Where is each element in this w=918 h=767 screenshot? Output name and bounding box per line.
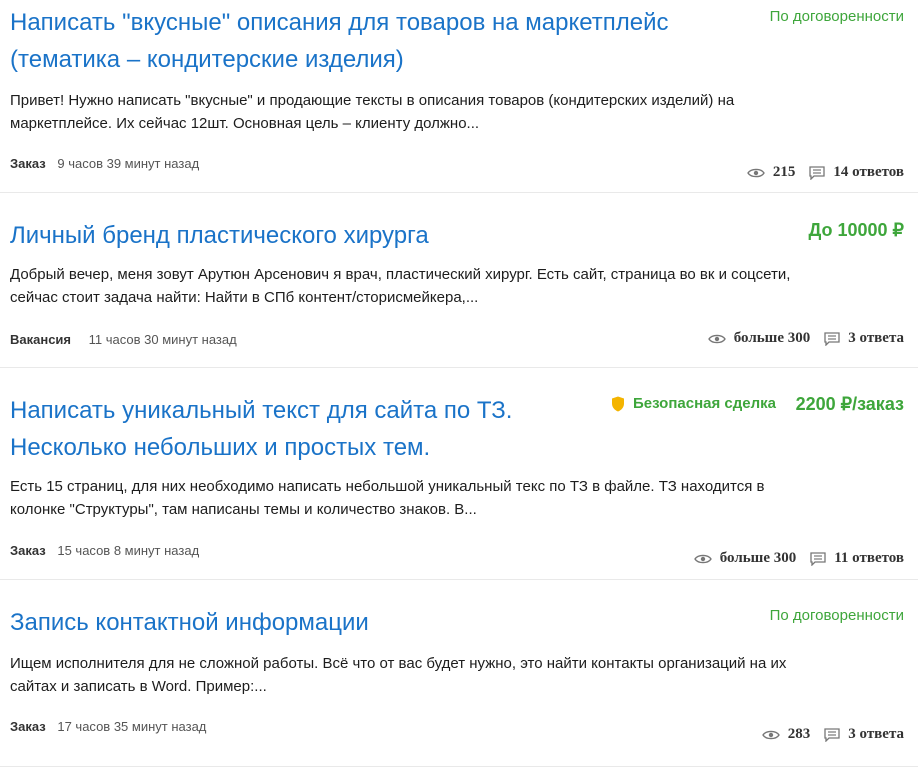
eye-icon (693, 553, 712, 565)
job-price: По договоренности (769, 607, 904, 624)
job-title-line[interactable]: Написать "вкусные" описания для товаров … (10, 9, 669, 36)
responses-count: 11 ответов (834, 550, 904, 566)
job-price: По договоренности (769, 8, 904, 25)
eye-icon (761, 729, 780, 741)
shield-icon (611, 396, 625, 412)
job-meta: Заказ 9 часов 39 минут назад (10, 156, 199, 171)
views-count: больше 300 (719, 550, 797, 566)
job-title-link[interactable]: Запись контактной информации (10, 604, 369, 641)
job-price: 2200 ₽/заказ (795, 394, 904, 414)
responses-count: 14 ответов (833, 164, 904, 180)
job-title-line[interactable]: Запись контактной информации (10, 609, 369, 636)
views-count: больше 300 (733, 330, 811, 346)
job-description-line: Ищем исполнителя для не сложной работы. … (10, 655, 787, 672)
comment-icon (810, 551, 826, 566)
responses-count: 3 ответа (848, 726, 904, 742)
job-description: Привет! Нужно написать "вкусные" и прода… (10, 89, 878, 135)
job-description: Есть 15 страниц, для них необходимо напи… (10, 475, 878, 521)
responses-count: 3 ответа (848, 330, 904, 346)
job-card: Запись контактной информации По договоре… (0, 580, 918, 767)
job-description-line: Привет! Нужно написать "вкусные" и прода… (10, 92, 735, 109)
job-stats: 215 14 ответов (747, 164, 904, 181)
job-description-line: сейчас стоит задача найти: Найти в СПб к… (10, 289, 479, 306)
job-card: Личный бренд пластического хирурга До 10… (0, 193, 918, 368)
job-description: Добрый вечер, меня зовут Арутюн Арсенови… (10, 263, 878, 309)
job-title-link[interactable]: Личный бренд пластического хирурга (10, 217, 429, 254)
job-description-line: сайтах и записать в Word. Пример:... (10, 678, 267, 695)
views-count: 215 (772, 164, 796, 180)
safe-deal-label: Безопасная сделка (632, 395, 776, 412)
job-title-link[interactable]: Написать уникальный текст для сайта по Т… (10, 392, 512, 466)
job-title-line[interactable]: Личный бренд пластического хирурга (10, 222, 429, 249)
comment-icon (824, 727, 840, 742)
comment-icon (824, 331, 840, 346)
job-time: 11 часов 30 минут назад (88, 332, 237, 347)
job-type: Заказ (10, 543, 46, 558)
job-time: 17 часов 35 минут назад (57, 719, 207, 734)
job-stats: больше 300 11 ответов (693, 550, 904, 567)
job-description-line: колонке "Структуры", там написаны темы и… (10, 501, 477, 518)
job-price: До 10000 ₽ (808, 220, 904, 240)
job-title-line[interactable]: Написать уникальный текст для сайта по Т… (10, 397, 512, 424)
job-stats: 283 3 ответа (761, 726, 904, 743)
job-card: Написать "вкусные" описания для товаров … (0, 0, 918, 193)
eye-icon (747, 167, 765, 179)
job-time: 9 часов 39 минут назад (57, 156, 200, 171)
job-description: Ищем исполнителя для не сложной работы. … (10, 652, 878, 698)
safe-deal-badge[interactable]: Безопасная сделка (611, 395, 776, 412)
views-count: 283 (787, 726, 811, 742)
job-meta: Вакансия 11 часов 30 минут назад (10, 332, 237, 347)
job-meta: Заказ 17 часов 35 минут назад (10, 719, 206, 734)
job-stats: больше 300 3 ответа (707, 330, 904, 347)
job-type: Заказ (10, 156, 46, 171)
job-meta: Заказ 15 часов 8 минут назад (10, 543, 199, 558)
job-title-link[interactable]: Написать "вкусные" описания для товаров … (10, 4, 669, 78)
job-time: 15 часов 8 минут назад (57, 543, 200, 558)
job-description-line: Добрый вечер, меня зовут Арутюн Арсенови… (10, 266, 791, 283)
eye-icon (707, 333, 726, 345)
job-description-line: маркетплейсе. Их сейчас 12шт. Основная ц… (10, 115, 480, 132)
comment-icon (809, 165, 826, 180)
job-list: Написать "вкусные" описания для товаров … (0, 0, 918, 767)
job-card: Написать уникальный текст для сайта по Т… (0, 368, 918, 580)
job-type: Заказ (10, 719, 46, 734)
job-title-line[interactable]: Несколько небольших и простых тем. (10, 434, 430, 461)
job-title-line[interactable]: (тематика – кондитерские изделия) (10, 46, 404, 73)
job-type: Вакансия (10, 332, 72, 347)
job-description-line: Есть 15 страниц, для них необходимо напи… (10, 478, 765, 495)
